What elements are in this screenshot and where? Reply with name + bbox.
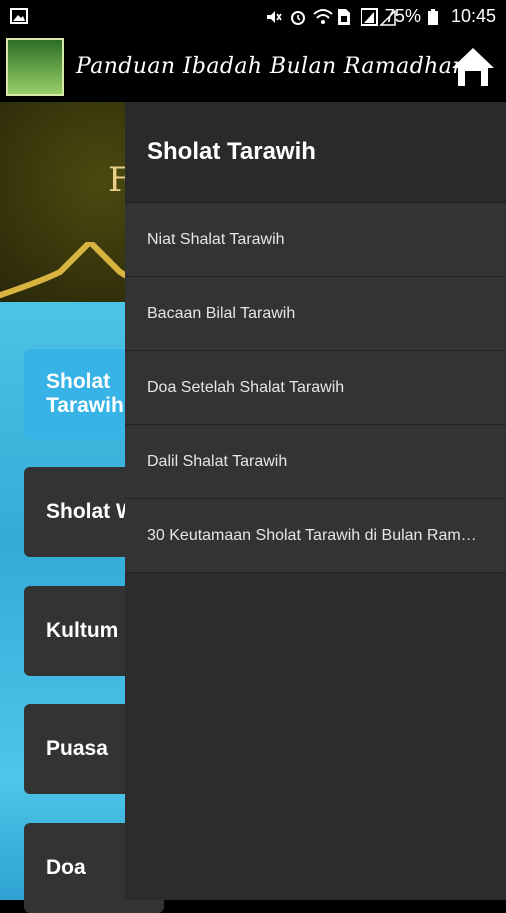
drawer-item-label: 30 Keutamaan Sholat Tarawih di Bulan Ram… [147, 526, 477, 544]
drawer-header: Sholat Tarawih [125, 102, 506, 203]
wifi-icon [313, 8, 333, 26]
menu-card-label: Puasa [46, 737, 108, 760]
drawer-item-label: Bacaan Bilal Tarawih [147, 304, 296, 322]
app-bar: Panduan Ibadah Bulan Ramadhan [0, 34, 506, 102]
signal-icon [359, 7, 396, 26]
drawer-item-label: Niat Shalat Tarawih [147, 230, 285, 248]
drawer-item-niat-shalat-tarawih[interactable]: Niat Shalat Tarawih [125, 203, 506, 277]
menu-card-label: Kultum [46, 619, 119, 642]
status-bar: 75% 10:45 [0, 0, 506, 34]
home-icon [452, 48, 494, 86]
clock-time: 10:45 [450, 6, 496, 26]
drawer-item-bacaan-bilal-tarawih[interactable]: Bacaan Bilal Tarawih [125, 277, 506, 351]
drawer-item-label: Doa Setelah Shalat Tarawih [147, 378, 345, 396]
image-icon [10, 8, 28, 29]
drawer-title: Sholat Tarawih [147, 138, 316, 165]
mute-icon [265, 8, 283, 26]
app-title: Panduan Ibadah Bulan Ramadhan [76, 54, 467, 79]
home-button[interactable] [450, 44, 496, 90]
navigation-drawer: Sholat Tarawih Niat Shalat Tarawih Bacaa… [125, 102, 506, 900]
drawer-item-dalil-shalat-tarawih[interactable]: Dalil Shalat Tarawih [125, 425, 506, 499]
battery-icon [427, 8, 445, 26]
alarm-icon [289, 8, 307, 26]
drawer-list: Niat Shalat Tarawih Bacaan Bilal Tarawih… [125, 203, 506, 573]
menu-card-label: Doa [46, 856, 86, 879]
drawer-item-doa-setelah-shalat-tarawih[interactable]: Doa Setelah Shalat Tarawih [125, 351, 506, 425]
drawer-item-keutamaan-sholat-tarawih[interactable]: 30 Keutamaan Sholat Tarawih di Bulan Ram… [125, 499, 506, 573]
battery-percent: 75% [384, 6, 421, 26]
app-logo-icon [6, 38, 64, 96]
drawer-item-label: Dalil Shalat Tarawih [147, 452, 288, 470]
sim-icon [337, 8, 355, 26]
